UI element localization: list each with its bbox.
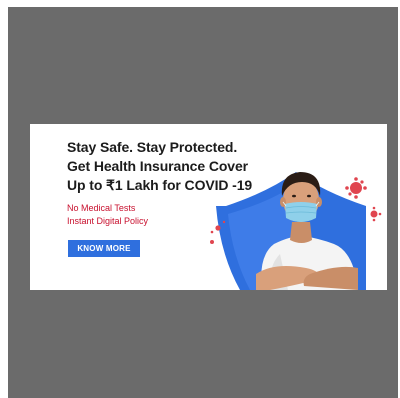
feature-no-medical-tests: No Medical Tests xyxy=(67,203,136,213)
virus-icon-2 xyxy=(370,206,382,222)
feature-instant-digital-policy: Instant Digital Policy xyxy=(67,216,149,226)
know-more-button[interactable]: KNOW MORE xyxy=(68,240,140,257)
image-frame: Stay Safe. Stay Protected. Get Health In… xyxy=(8,7,398,398)
masked-man-shield-illustration xyxy=(210,172,382,290)
feature-list: No Medical Tests Instant Digital Policy xyxy=(67,202,148,228)
virus-icon-1 xyxy=(345,177,367,199)
man-neck xyxy=(290,222,312,243)
covid-insurance-banner[interactable]: Stay Safe. Stay Protected. Get Health In… xyxy=(30,124,387,290)
